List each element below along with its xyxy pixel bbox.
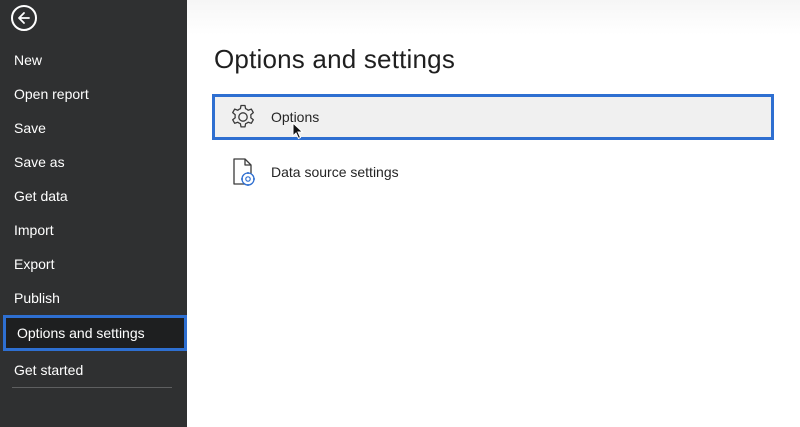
gear-icon [228,102,258,132]
sidebar-divider [12,387,172,388]
menu-item-save-as[interactable]: Save as [0,145,187,179]
menu-item-get-data[interactable]: Get data [0,179,187,213]
menu-item-publish[interactable]: Publish [0,281,187,315]
menu-item-get-started[interactable]: Get started [0,353,187,387]
menu-item-new[interactable]: New [0,43,187,77]
menu-item-label: Save [14,120,46,136]
menu-item-label: Get started [14,362,84,378]
data-source-settings-label: Data source settings [271,164,399,180]
mouse-cursor-icon [292,122,304,140]
menu-item-label: New [14,52,43,68]
menu-item-label: Publish [14,290,60,306]
data-source-settings-icon [228,157,258,187]
main-panel: Options and settings Options Data source… [187,0,800,427]
page-title: Options and settings [214,44,456,74]
menu-item-label: Options and settings [17,325,145,341]
data-source-settings-button[interactable]: Data source settings [212,149,774,195]
back-arrow-icon [18,12,30,24]
file-menu-sidebar: New Open report Save Save as Get data Im… [0,0,187,427]
back-button[interactable] [11,5,37,31]
menu-item-label: Open report [14,86,89,102]
menu-item-label: Get data [14,188,68,204]
menu-item-label: Save as [14,154,65,170]
menu-item-open-report[interactable]: Open report [0,77,187,111]
menu-item-label: Import [14,222,54,238]
menu-item-label: Export [14,256,55,272]
menu-item-import[interactable]: Import [0,213,187,247]
menu-item-export[interactable]: Export [0,247,187,281]
menu-item-options-and-settings[interactable]: Options and settings [3,315,187,351]
menu-item-save[interactable]: Save [0,111,187,145]
